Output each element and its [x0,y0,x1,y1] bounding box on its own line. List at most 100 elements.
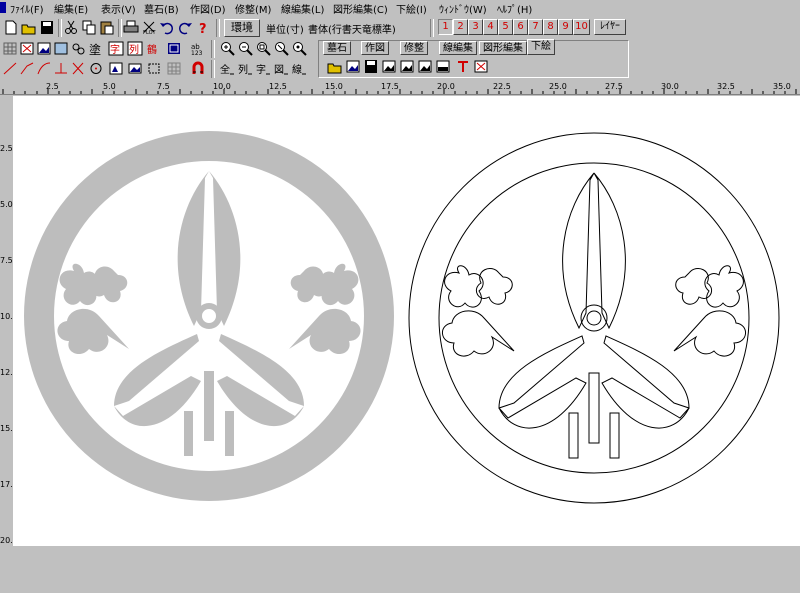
copy-icon[interactable] [81,20,97,35]
square-icon[interactable]: 図 [273,61,289,76]
mirror-icon[interactable] [108,61,124,76]
open-icon[interactable] [21,20,37,35]
tab-modify[interactable]: 修整 [400,41,428,55]
trace-icon[interactable] [455,59,471,74]
save-image-icon[interactable] [363,59,379,74]
fill-icon[interactable]: 塗 [88,41,104,56]
emblem-outline[interactable] [408,132,780,504]
image-icon[interactable] [36,41,52,56]
perpendicular-icon[interactable] [53,61,69,76]
drawing-canvas[interactable] [13,96,800,546]
layer-6-button[interactable]: 6 [513,19,528,35]
tab-tombstone[interactable]: 墓石 [323,41,351,55]
pattern-grid-icon[interactable] [166,61,182,76]
menu-file[interactable]: ﾌｧｲﾙ(F) [10,1,44,16]
svg-text:全: 全 [220,63,230,76]
select-icon[interactable] [19,41,35,56]
text-icon[interactable]: 列 [127,41,143,56]
canvas-drawing [24,131,780,504]
zoom-all-icon[interactable] [291,41,307,56]
char-size-icon[interactable]: ab 123 [190,41,206,56]
stroke-icon[interactable]: 字 [108,41,124,56]
layer-button[interactable]: ﾚｲﾔｰ [594,19,626,35]
load-image-icon[interactable] [345,59,361,74]
clear-image-icon[interactable] [473,59,489,74]
layer-1-button[interactable]: 1 [438,19,453,35]
plot-icon[interactable]: PLOT [141,20,157,35]
ruler-label: 7.5 [157,82,170,91]
layer-8-button[interactable]: 8 [543,19,558,35]
vruler-label: 7.5 [0,256,13,265]
save-icon[interactable] [39,20,55,35]
circle-icon[interactable] [88,61,104,76]
layer-10-button[interactable]: 10 [573,19,590,35]
tab-underlay[interactable]: 下絵 [527,39,555,55]
svg-text:列: 列 [238,63,248,76]
zoom-in-icon[interactable] [219,41,235,56]
ruler-ticks [2,89,797,94]
grid-icon[interactable] [2,41,18,56]
image-d-icon[interactable] [435,59,451,74]
paste-icon[interactable] [99,20,115,35]
separator [211,60,215,78]
menu-help[interactable]: ﾍﾙﾌﾟ(H) [497,1,532,16]
ruler-label: 2.5 [46,82,59,91]
cross-icon[interactable] [70,61,86,76]
char-icon[interactable]: 全 [219,61,235,76]
tab-draw[interactable]: 作図 [361,41,389,55]
image-a-icon[interactable] [381,59,397,74]
char-size2-icon[interactable]: 字 [255,61,271,76]
emblem-filled[interactable] [24,131,394,501]
help-icon[interactable]: ? [195,20,211,35]
env-button[interactable]: 環境 [224,19,260,37]
menu-shape-edit[interactable]: 図形編集(C) [333,1,388,16]
open-image-icon[interactable] [327,59,343,74]
tab-line-edit[interactable]: 線編集 [439,41,477,55]
polyline-icon[interactable] [19,61,35,76]
menu-modify[interactable]: 修整(M) [235,1,271,16]
cut-icon[interactable] [63,20,79,35]
svg-text:123: 123 [191,50,203,56]
shape-icon[interactable] [70,41,86,56]
menu-edit[interactable]: 編集(E) [54,1,88,16]
magnet-icon[interactable] [190,61,206,76]
new-file-icon[interactable] [3,20,19,35]
menu-underlay[interactable]: 下絵(I) [396,1,427,16]
separator [211,40,215,58]
menu-line-edit[interactable]: 線編集(L) [281,1,324,16]
frame-icon[interactable] [53,41,69,56]
column-icon[interactable]: 列 [237,61,253,76]
tab-shape-edit[interactable]: 図形編集 [479,41,527,55]
zoom-out-icon[interactable] [237,41,253,56]
layer-3-button[interactable]: 3 [468,19,483,35]
curve-icon[interactable] [36,61,52,76]
layer-7-button[interactable]: 7 [528,19,543,35]
redo-icon[interactable] [177,20,193,35]
ruler-label: 15.0 [325,82,343,91]
pattern-icon[interactable]: 鶴 [146,41,162,56]
print-icon[interactable] [123,20,139,35]
separator [118,19,122,37]
ruler-label: 5.0 [103,82,116,91]
line-text-icon[interactable]: 線 [291,61,307,76]
zoom-fit-icon[interactable] [273,41,289,56]
layer-2-button[interactable]: 2 [453,19,468,35]
menu-draw[interactable]: 作図(D) [190,1,226,16]
menu-view[interactable]: 表示(V) [101,1,136,16]
svg-text:字: 字 [110,43,120,56]
region-icon[interactable] [166,41,182,56]
rect-icon[interactable] [127,61,143,76]
svg-text:鶴: 鶴 [147,43,157,56]
layer-9-button[interactable]: 9 [558,19,573,35]
layer-5-button[interactable]: 5 [498,19,513,35]
layer-4-button[interactable]: 4 [483,19,498,35]
line-icon[interactable] [2,61,18,76]
zoom-area-icon[interactable] [255,41,271,56]
menu-window[interactable]: ｳｨﾝﾄﾞｳ(W) [439,1,487,16]
undo-icon[interactable] [159,20,175,35]
menu-tombstone[interactable]: 墓石(B) [144,1,179,16]
image-c-icon[interactable] [417,59,433,74]
rect-select-icon[interactable] [146,61,162,76]
image-b-icon[interactable] [399,59,415,74]
app-icon[interactable] [0,2,6,13]
